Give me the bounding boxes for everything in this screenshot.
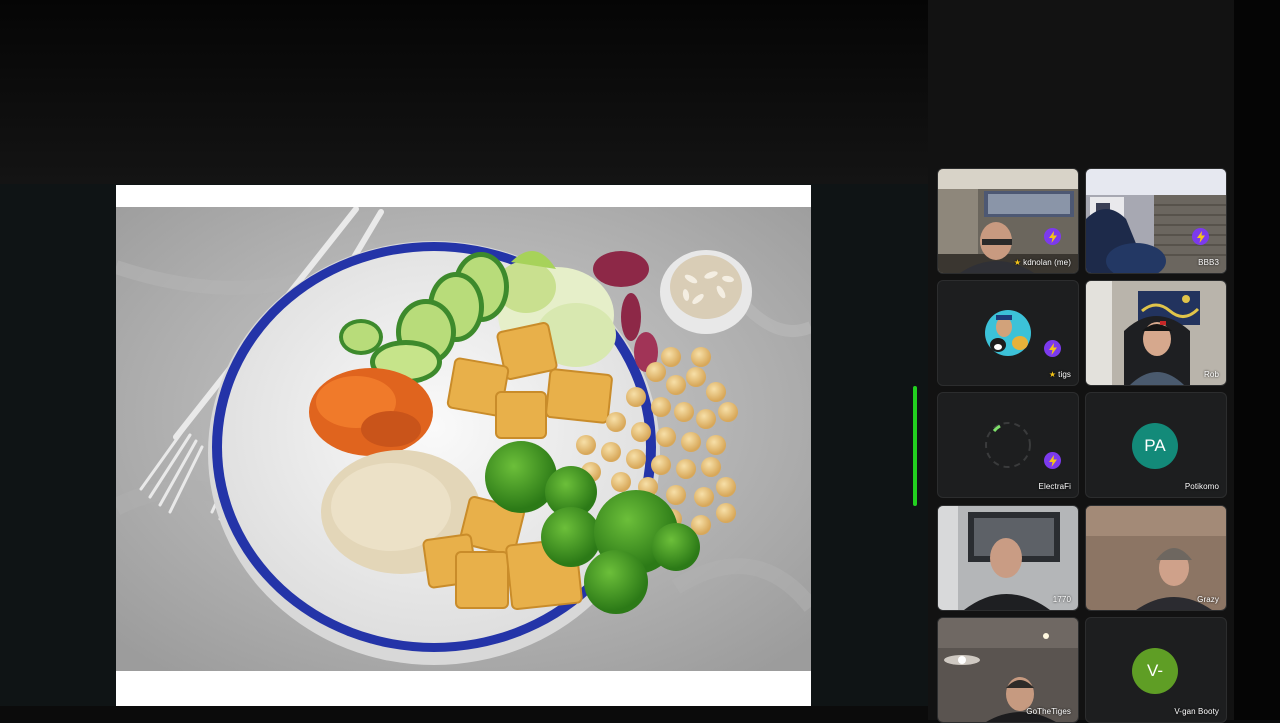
star-icon: ★ bbox=[1048, 370, 1057, 379]
participant-tile[interactable]: PA Potikomo bbox=[1085, 392, 1227, 498]
participant-name: 1770 bbox=[1052, 595, 1071, 604]
avatar: V- bbox=[1132, 648, 1178, 694]
participant-tile[interactable]: GoTheTiges bbox=[937, 617, 1079, 723]
participant-tile[interactable]: 1770 bbox=[937, 505, 1079, 611]
seed-dish bbox=[660, 250, 752, 334]
participant-tile[interactable]: Grazy bbox=[1085, 505, 1227, 611]
participant-name: Grazy bbox=[1197, 595, 1219, 604]
food-illustration bbox=[116, 207, 811, 671]
lightning-bolt-icon bbox=[1192, 228, 1209, 245]
participant-tile[interactable]: V- V-gan Booty bbox=[1085, 617, 1227, 723]
participant-name: BBB3 bbox=[1198, 258, 1219, 267]
lightning-bolt-icon bbox=[1044, 340, 1061, 357]
participant-name: Rob bbox=[1204, 370, 1219, 379]
top-dark-area bbox=[0, 0, 928, 184]
stage-bottom-edge bbox=[0, 706, 928, 720]
participant-name: V-gan Booty bbox=[1174, 707, 1219, 716]
participant-name: Potikomo bbox=[1184, 482, 1219, 491]
participant-name: ★ kdnolan (me) bbox=[1013, 258, 1071, 267]
participant-tile[interactable]: ★ tigs bbox=[937, 280, 1079, 386]
shredded-carrot bbox=[309, 368, 433, 456]
buddha-bowl-photo bbox=[116, 207, 811, 671]
participant-tile[interactable]: Rob bbox=[1085, 280, 1227, 386]
participant-name: GoTheTiges bbox=[1026, 707, 1071, 716]
participant-tile[interactable]: ★ kdnolan (me) bbox=[937, 168, 1079, 274]
lightning-bolt-icon bbox=[1044, 452, 1061, 469]
participant-tile[interactable]: ElectraFi bbox=[937, 392, 1079, 498]
participant-tile[interactable]: BBB3 bbox=[1085, 168, 1227, 274]
star-icon: ★ bbox=[1013, 258, 1022, 267]
participant-name: ElectraFi bbox=[1038, 482, 1071, 491]
avatar: PA bbox=[1132, 423, 1178, 469]
window-edge bbox=[1234, 0, 1280, 720]
shared-slide bbox=[116, 185, 811, 706]
participant-name: ★ tigs bbox=[1048, 370, 1071, 379]
active-speaker-indicator bbox=[913, 386, 917, 506]
lightning-bolt-icon bbox=[1044, 228, 1061, 245]
